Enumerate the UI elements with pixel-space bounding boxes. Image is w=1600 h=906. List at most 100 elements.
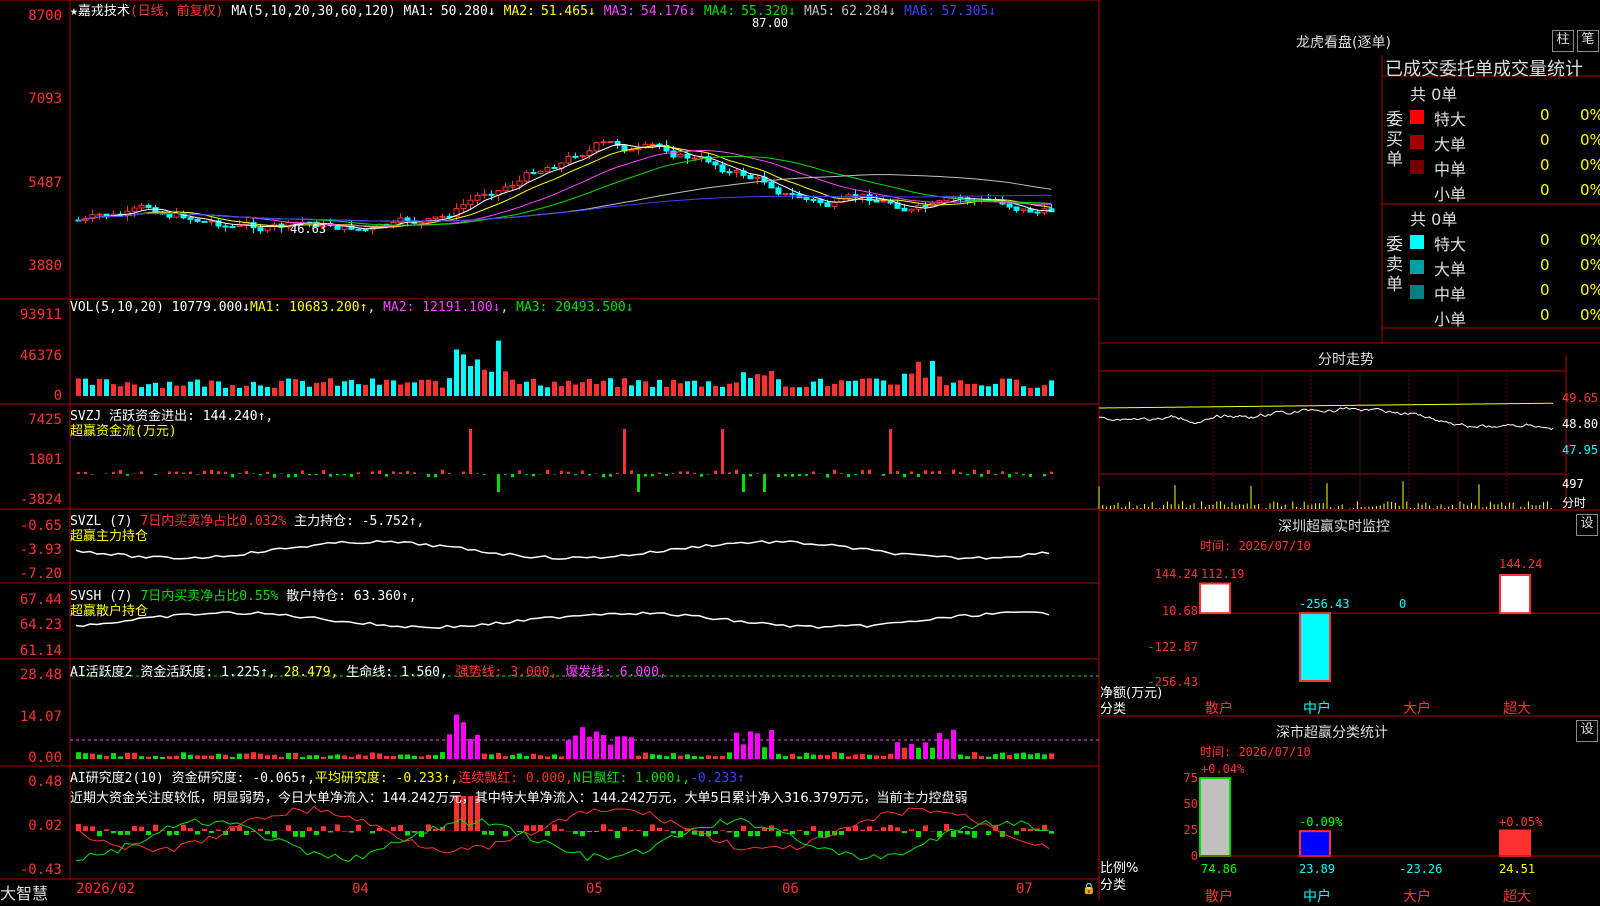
research-bar	[594, 831, 599, 832]
class-stats-settings-button[interactable]: 设	[1576, 720, 1598, 742]
ratio-bar	[1300, 831, 1330, 856]
volume-bar	[405, 382, 410, 396]
volume-bar	[468, 366, 473, 396]
ai-active-axis-label: 0.00	[0, 750, 62, 766]
candle-body	[503, 187, 508, 190]
activity-bar	[1007, 755, 1012, 759]
order-count: 0	[1540, 306, 1550, 324]
volume-bar	[930, 361, 935, 396]
candle-body	[594, 143, 599, 151]
activity-bar	[517, 753, 522, 759]
activity-bar	[888, 754, 893, 759]
candle-body	[1028, 209, 1033, 212]
fund-flow-bar	[189, 472, 192, 474]
svzl-axis-label: -3.93	[0, 542, 62, 558]
volume-bar	[447, 378, 452, 396]
volume-bar	[426, 380, 431, 396]
net-flow-bar	[1300, 613, 1330, 681]
volume-bar	[1042, 385, 1047, 396]
research-bar	[573, 831, 578, 834]
order-size-label: 中单	[1434, 281, 1466, 305]
volume-bar	[1035, 388, 1040, 396]
candle-body	[783, 194, 788, 195]
fund-flow-bar	[392, 471, 395, 474]
volume-bar	[636, 380, 641, 396]
ma-value-number: 50.280↓	[441, 4, 496, 19]
volume-bar	[419, 380, 424, 396]
order-size-label: 小单	[1434, 181, 1466, 205]
volume-bar	[237, 388, 242, 396]
activity-bar	[692, 756, 697, 759]
fund-flow-bar	[448, 473, 451, 474]
volume-bar	[440, 388, 445, 396]
candle-body	[552, 168, 557, 169]
fund-flow-bar	[357, 472, 360, 474]
research-bar	[706, 831, 711, 836]
activity-bar	[181, 752, 186, 759]
activity-bar	[1014, 753, 1019, 759]
volume-bar	[713, 386, 718, 396]
kline-chart-canvas[interactable]	[0, 0, 1600, 900]
activity-bar	[167, 756, 172, 759]
research-bar	[391, 827, 396, 831]
lock-icon[interactable]: 🔒	[1082, 882, 1096, 895]
activity-bar	[230, 757, 235, 759]
candle-body	[468, 200, 473, 204]
research-bar	[307, 827, 312, 831]
activity-bar	[538, 755, 543, 759]
research-bar	[552, 824, 557, 831]
volume-bar	[853, 381, 858, 396]
activity-bar	[741, 744, 746, 759]
activity-bar	[587, 737, 592, 759]
research-bar	[958, 831, 963, 833]
research-bar	[881, 827, 886, 831]
activity-bar	[713, 756, 718, 759]
research-bar	[587, 831, 592, 832]
tick-mode-button[interactable]: 笔	[1577, 30, 1599, 52]
svsh-axis-label: 61.14	[0, 643, 62, 659]
activity-bar	[286, 753, 291, 759]
volume-bar	[608, 378, 613, 396]
activity-bar	[811, 755, 816, 759]
order-size-label: 大单	[1434, 256, 1466, 280]
fund-flow-bar	[175, 472, 178, 474]
candle-body	[545, 168, 550, 172]
fund-flow-bar	[308, 474, 311, 475]
research-bar	[580, 831, 585, 836]
sz-monitor-settings-button[interactable]: 设	[1576, 514, 1598, 536]
bar-mode-button[interactable]: 柱	[1552, 30, 1574, 52]
volume-bar	[104, 379, 109, 396]
fund-flow-bar	[616, 473, 619, 474]
candle-body	[720, 165, 725, 172]
activity-bar	[1042, 754, 1047, 759]
fund-flow-bar	[301, 471, 304, 474]
volume-bar	[118, 386, 123, 396]
research-bar	[139, 827, 144, 831]
svzl-ratio: 7日内买卖净占比0.032%	[140, 514, 286, 529]
activity-bar	[370, 752, 375, 759]
candle-body	[188, 218, 193, 220]
volume-bar	[342, 381, 347, 396]
ai-research-axis-label: 0.02	[0, 818, 62, 834]
volume-bar	[804, 387, 809, 396]
fund-flow-bar	[91, 474, 94, 475]
category-label: 中户	[1303, 698, 1331, 718]
candle-body	[538, 171, 543, 173]
fund-flow-bar	[840, 473, 843, 474]
color-swatch	[1410, 285, 1424, 299]
volume-bar	[594, 384, 599, 396]
volume-bar	[741, 372, 746, 396]
volume-bar	[657, 380, 662, 396]
volume-bar	[559, 386, 564, 396]
candle-body	[713, 162, 718, 165]
fund-flow-bar	[910, 471, 913, 474]
svsh-position: 散户持仓: 63.360↑,	[286, 589, 416, 604]
avg-research-line	[76, 818, 1049, 861]
volume-bar	[951, 383, 956, 396]
activity-bar	[601, 735, 606, 759]
volume-bar	[727, 384, 732, 396]
intraday-vol-caption: 分时	[1562, 494, 1586, 511]
volume-bar	[349, 380, 354, 396]
volume-bar	[825, 386, 830, 396]
candle-body	[1035, 212, 1040, 213]
